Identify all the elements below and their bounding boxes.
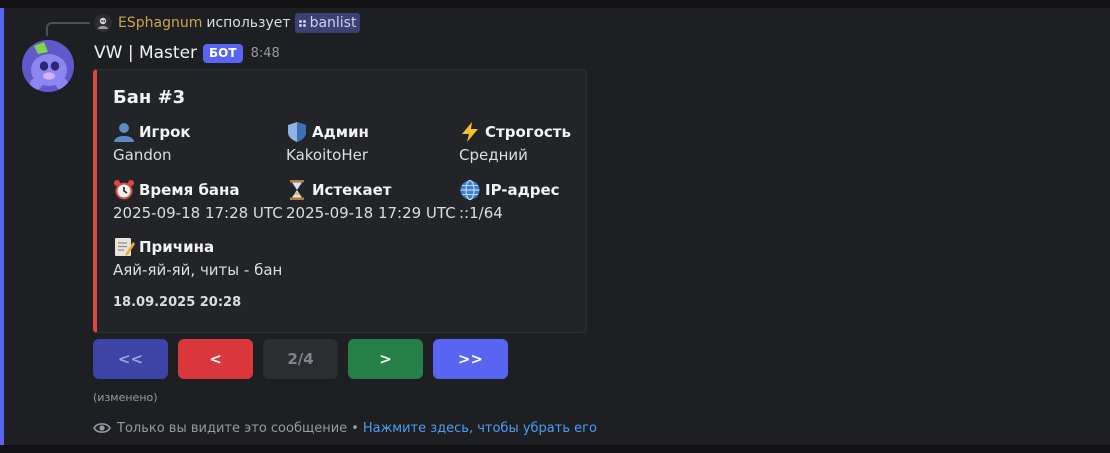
bot-tag: БОТ: [203, 43, 243, 63]
field-ip: IP-адрес ::1/64: [459, 179, 629, 222]
field-name: Истекает: [312, 181, 392, 199]
field-value: 2025-09-18 17:28 UTC: [113, 204, 283, 222]
field-name: IP-адрес: [485, 181, 560, 199]
command-chip[interactable]: banlist: [294, 13, 361, 33]
command-icon: [298, 19, 306, 27]
ephemeral-highlight-bar: [0, 8, 4, 445]
top-strip: [0, 0, 1110, 8]
ephemeral-separator: •: [351, 420, 359, 436]
eye-icon: [93, 423, 111, 433]
field-value: ::1/64: [459, 204, 503, 222]
reply-verb: использует: [206, 15, 291, 31]
lightning-icon: [462, 122, 478, 142]
reply-author[interactable]: ESphagnum: [118, 15, 202, 31]
message: ESphagnum использует banlist VW | Master…: [0, 8, 1110, 445]
ephemeral-note: Только вы видите это сообщение • Нажмите…: [93, 419, 597, 437]
bust-icon: [114, 123, 134, 142]
embed-footer-timestamp: 18.09.2025 20:28: [113, 295, 242, 310]
next-page-button[interactable]: >: [348, 339, 423, 379]
embed-title: Бан #3: [113, 87, 186, 108]
field-ban-time: Время бана 2025-09-18 17:28 UTC: [113, 179, 283, 222]
field-name: Причина: [139, 238, 215, 256]
globe-icon: [460, 179, 480, 201]
previous-page-button[interactable]: <: [178, 339, 253, 379]
field-value: KakoitoHer: [286, 146, 368, 164]
ephemeral-note-text: Только вы видите это сообщение: [117, 420, 348, 436]
last-page-button[interactable]: >>: [433, 339, 508, 379]
field-value: Gandon: [113, 146, 172, 164]
dismiss-message-link[interactable]: Нажмите здесь, чтобы убрать его: [363, 421, 597, 436]
field-name: Время бана: [139, 181, 240, 199]
alarm-clock-icon: [114, 180, 134, 200]
field-value: Средний: [459, 146, 528, 164]
bottom-strip: [0, 445, 1110, 453]
author-name[interactable]: VW | Master: [94, 43, 197, 63]
field-name: Игрок: [139, 123, 191, 141]
field-expires: Истекает 2025-09-18 17:29 UTC: [286, 179, 456, 222]
avatar[interactable]: [22, 40, 74, 92]
field-severity: Строгость Средний: [459, 121, 629, 164]
field-value: 2025-09-18 17:29 UTC: [286, 204, 456, 222]
page-indicator-button: 2/4: [263, 339, 338, 379]
field-reason: Причина Аяй-яй-яй, читы - бан: [113, 236, 413, 279]
memo-icon: [115, 238, 135, 256]
author-line: VW | Master БОТ 8:48: [94, 41, 280, 65]
message-timestamp[interactable]: 8:48: [251, 46, 280, 61]
ban-embed: Бан #3 Игрок Gandon Админ KakoitoHer Стр…: [93, 69, 587, 333]
reply-avatar-icon[interactable]: [94, 14, 112, 32]
field-player: Игрок Gandon: [113, 121, 283, 164]
field-name: Админ: [312, 123, 369, 141]
reply-spine: [46, 22, 90, 36]
reply-line[interactable]: ESphagnum использует banlist: [94, 12, 361, 34]
edited-label: (изменено): [93, 391, 158, 404]
bot-avatar-icon: [22, 40, 74, 92]
command-name: banlist: [309, 15, 357, 31]
shield-icon: [288, 122, 306, 142]
field-admin: Админ KakoitoHer: [286, 121, 456, 164]
field-value: Аяй-яй-яй, читы - бан: [113, 261, 283, 279]
hourglass-icon: [290, 180, 304, 200]
first-page-button[interactable]: <<: [93, 339, 168, 379]
field-name: Строгость: [485, 123, 571, 141]
